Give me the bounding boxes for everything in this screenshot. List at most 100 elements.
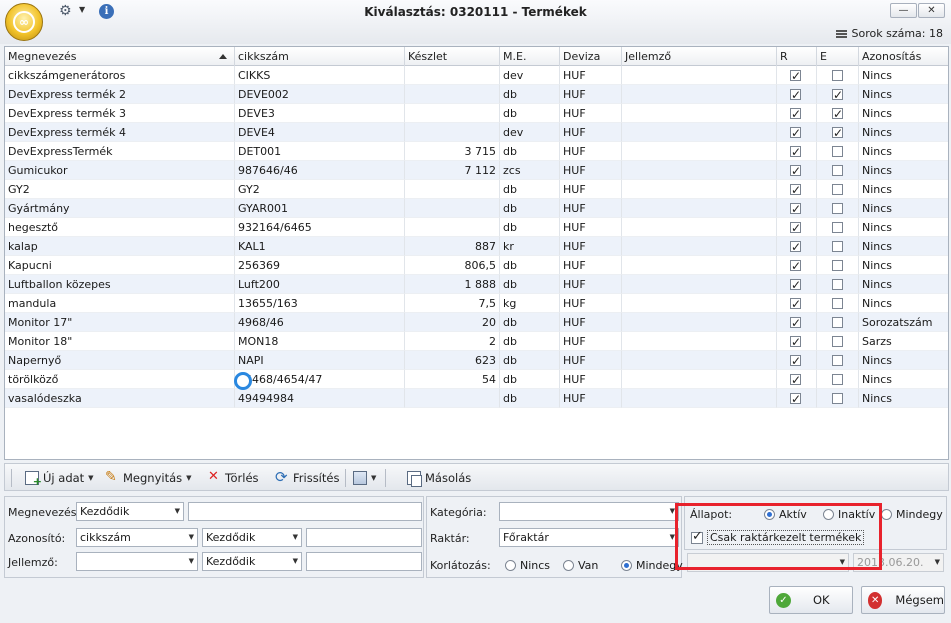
cell-unit[interactable]: db [500,104,560,123]
table-row[interactable]: vasalódeszka49494984 dbHUF Nincs [5,389,948,408]
cell-r[interactable] [777,180,817,199]
cell-sku[interactable]: DET001 [235,142,405,161]
table-row[interactable]: cikkszámgenerátorosCIKKS devHUF Nincs [5,66,948,85]
checkbox-checked-icon[interactable] [790,124,801,141]
cell-ident[interactable]: Nincs [859,237,948,256]
cell-currency[interactable]: HUF [560,85,622,104]
checkbox-checked-icon[interactable] [790,390,801,407]
cell-currency[interactable]: HUF [560,180,622,199]
cell-currency[interactable]: HUF [560,104,622,123]
cell-feature[interactable] [622,370,777,389]
id-mode-select[interactable]: Kezdődik ▼ [202,528,302,547]
state-radio-any[interactable]: Mindegy [881,508,943,521]
cell-name[interactable]: vasalódeszka [5,389,235,408]
cell-feature[interactable] [622,161,777,180]
checkbox-icon[interactable] [832,146,843,157]
cell-name[interactable]: mandula [5,294,235,313]
table-row[interactable]: Monitor 17"4968/4620dbHUF Sorozatszám [5,313,948,332]
cell-sku[interactable]: GY2 [235,180,405,199]
cell-e[interactable] [817,351,859,370]
cell-currency[interactable]: HUF [560,370,622,389]
cell-stock[interactable]: 7,5 [405,294,500,313]
warehouse-select[interactable]: Főraktár ▼ [499,528,679,547]
cell-r[interactable] [777,237,817,256]
cell-r[interactable] [777,199,817,218]
cell-currency[interactable]: HUF [560,237,622,256]
cell-e[interactable] [817,275,859,294]
cell-stock[interactable]: 3 715 [405,142,500,161]
open-button[interactable]: Megnyitás ▼ [105,469,192,487]
cell-ident[interactable]: Nincs [859,123,948,142]
cell-unit[interactable]: db [500,256,560,275]
cell-e[interactable] [817,161,859,180]
cell-sku[interactable]: KAL1 [235,237,405,256]
table-row[interactable]: DevExpressTermékDET0013 715dbHUF Nincs [5,142,948,161]
cell-sku[interactable]: 13655/163 [235,294,405,313]
cell-r[interactable] [777,332,817,351]
cell-r[interactable] [777,161,817,180]
cell-e[interactable] [817,313,859,332]
table-row[interactable]: Kapucni256369806,5dbHUF Nincs [5,256,948,275]
cell-stock[interactable] [405,123,500,142]
cell-e[interactable] [817,218,859,237]
delete-button[interactable]: Törlés [207,469,259,487]
cell-name[interactable]: törölköző [5,370,235,389]
cell-feature[interactable] [622,85,777,104]
copy-button[interactable]: Másolás [407,469,471,487]
cell-feature[interactable] [622,351,777,370]
cell-currency[interactable]: HUF [560,161,622,180]
cell-feature[interactable] [622,104,777,123]
cell-feature[interactable] [622,256,777,275]
checkbox-checked-icon[interactable] [790,295,801,312]
table-row[interactable]: hegesztő932164/6465 dbHUF Nincs [5,218,948,237]
cell-e[interactable] [817,256,859,275]
cell-unit[interactable]: db [500,275,560,294]
cell-stock[interactable] [405,85,500,104]
cell-stock[interactable]: 2 [405,332,500,351]
new-button[interactable]: Új adat ▼ [25,469,94,488]
checkbox-checked-icon[interactable] [790,67,801,84]
ok-button[interactable]: ✓ OK [769,586,853,614]
cell-unit[interactable]: db [500,180,560,199]
cell-feature[interactable] [622,180,777,199]
cell-e[interactable] [817,370,859,389]
cell-feature[interactable] [622,218,777,237]
checkbox-icon[interactable] [832,70,843,81]
column-header-e[interactable]: E [817,47,859,66]
cell-ident[interactable]: Nincs [859,218,948,237]
cell-unit[interactable]: db [500,199,560,218]
cell-stock[interactable] [405,199,500,218]
checkbox-checked-icon[interactable] [790,200,801,217]
cell-stock[interactable]: 806,5 [405,256,500,275]
cell-feature[interactable] [622,237,777,256]
cell-r[interactable] [777,351,817,370]
checkbox-icon[interactable] [832,355,843,366]
restriction-radio-none[interactable]: Nincs [505,559,550,572]
cell-r[interactable] [777,66,817,85]
cell-stock[interactable]: 20 [405,313,500,332]
cell-currency[interactable]: HUF [560,199,622,218]
cell-name[interactable]: DevExpressTermék [5,142,235,161]
cell-unit[interactable]: dev [500,123,560,142]
minimize-button[interactable]: — [890,3,917,18]
close-button[interactable]: ✕ [918,3,945,18]
table-row[interactable]: Monitor 18"MON182dbHUF Sarzs [5,332,948,351]
cell-ident[interactable]: Nincs [859,180,948,199]
cell-r[interactable] [777,256,817,275]
checkbox-checked-icon[interactable] [790,238,801,255]
cell-currency[interactable]: HUF [560,332,622,351]
table-row[interactable]: DevExpress termék 4DEVE4 devHUF Nincs [5,123,948,142]
cell-ident[interactable]: Nincs [859,161,948,180]
table-row[interactable]: DevExpress termék 3DEVE3 dbHUF Nincs [5,104,948,123]
cell-feature[interactable] [622,275,777,294]
feature-mode-select[interactable]: Kezdődik ▼ [202,552,302,571]
cell-sku[interactable]: DEVE3 [235,104,405,123]
feature-field-select[interactable]: ▼ [76,552,198,571]
cell-ident[interactable]: Nincs [859,142,948,161]
cell-unit[interactable]: db [500,85,560,104]
cell-sku[interactable]: CIKKS [235,66,405,85]
cell-currency[interactable]: HUF [560,389,622,408]
cell-ident[interactable]: Nincs [859,275,948,294]
cell-r[interactable] [777,123,817,142]
category-select[interactable]: ▼ [499,502,679,521]
